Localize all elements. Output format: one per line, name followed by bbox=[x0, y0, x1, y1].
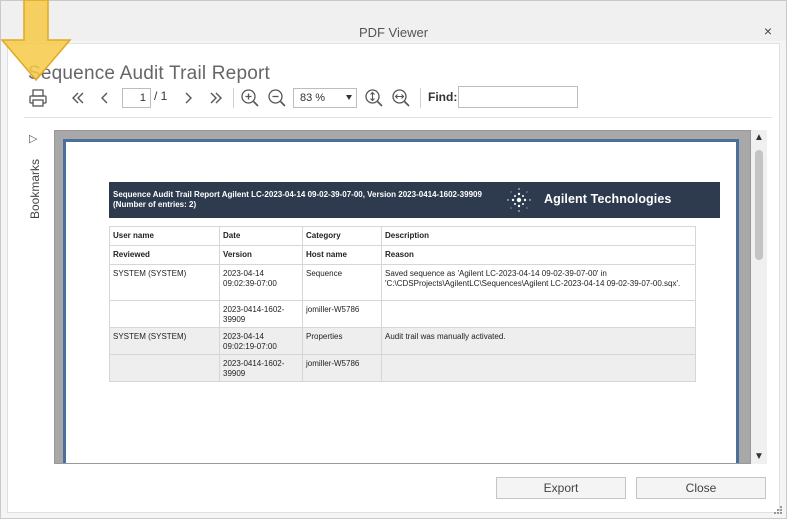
table-header-row: User name Date Category Description bbox=[109, 226, 696, 246]
report-header-text: Sequence Audit Trail Report Agilent LC-2… bbox=[113, 190, 482, 209]
bookmarks-label: Bookmarks bbox=[28, 158, 42, 220]
table-cell: jomiller-W5786 bbox=[302, 354, 382, 382]
chevron-down-icon bbox=[346, 95, 352, 100]
resize-grip-icon[interactable] bbox=[772, 504, 782, 514]
vertical-scrollbar[interactable]: ▲ ▼ bbox=[751, 130, 767, 464]
table-cell: 2023-04-14 09:02:39-07:00 bbox=[219, 264, 303, 301]
page-number-input[interactable]: 1 bbox=[122, 88, 151, 108]
table-cell: 2023-0414-1602-39909 bbox=[219, 300, 303, 328]
find-label: Find: bbox=[428, 90, 458, 104]
find-input[interactable] bbox=[458, 86, 578, 108]
audit-trail-table: User name Date Category Description Revi… bbox=[109, 226, 696, 382]
scrollbar-thumb[interactable] bbox=[755, 150, 763, 260]
table-cell: SYSTEM (SYSTEM) bbox=[109, 327, 220, 355]
next-page-icon[interactable] bbox=[179, 86, 197, 110]
brand-name: Agilent Technologies bbox=[544, 192, 672, 206]
fit-height-icon[interactable] bbox=[363, 86, 385, 110]
table-cell: SYSTEM (SYSTEM) bbox=[109, 264, 220, 301]
agilent-logo-icon bbox=[504, 185, 534, 215]
table-cell bbox=[381, 300, 696, 328]
table-header-row: Reviewed Version Host name Reason bbox=[109, 245, 696, 265]
page-total: / 1 bbox=[154, 89, 168, 103]
fit-width-icon[interactable] bbox=[390, 86, 412, 110]
header-cell: Reason bbox=[381, 245, 696, 265]
toolbar-separator bbox=[420, 88, 421, 108]
report-header-bar: Sequence Audit Trail Report Agilent LC-2… bbox=[109, 182, 720, 218]
zoom-out-icon[interactable] bbox=[266, 86, 288, 110]
close-icon[interactable]: × bbox=[760, 23, 776, 39]
header-cell: Description bbox=[381, 226, 696, 246]
table-cell: Properties bbox=[302, 327, 382, 355]
table-cell bbox=[381, 354, 696, 382]
table-cell: Audit trail was manually activated. bbox=[381, 327, 696, 355]
expand-arrow-icon: ▷ bbox=[29, 133, 38, 145]
header-cell: Version bbox=[219, 245, 303, 265]
document-page: Sequence Audit Trail Report Agilent LC-2… bbox=[63, 139, 739, 463]
viewer-content: Sequence Audit Trail Report 1 / 1 83 % F… bbox=[7, 43, 780, 513]
table-cell: 2023-0414-1602-39909 bbox=[219, 354, 303, 382]
scroll-down-icon[interactable]: ▼ bbox=[754, 451, 764, 462]
header-cell: User name bbox=[109, 226, 220, 246]
table-row: 2023-0414-1602-39909 jomiller-W5786 bbox=[109, 354, 696, 382]
scroll-up-icon[interactable]: ▲ bbox=[754, 132, 764, 143]
zoom-select[interactable]: 83 % bbox=[293, 88, 357, 108]
table-cell bbox=[109, 354, 220, 382]
table-cell: Saved sequence as 'Agilent LC-2023-04-14… bbox=[381, 264, 696, 301]
header-cell: Host name bbox=[302, 245, 382, 265]
printer-icon[interactable] bbox=[26, 86, 50, 110]
toolbar-separator bbox=[233, 88, 234, 108]
header-cell: Reviewed bbox=[109, 245, 220, 265]
pdf-viewer-window: PDF Viewer × Sequence Audit Trail Report… bbox=[0, 0, 787, 519]
zoom-value: 83 % bbox=[300, 92, 326, 104]
zoom-in-icon[interactable] bbox=[239, 86, 261, 110]
table-cell: Sequence bbox=[302, 264, 382, 301]
table-cell: 2023-04-14 09:02:19-07:00 bbox=[219, 327, 303, 355]
close-button[interactable]: Close bbox=[636, 477, 766, 499]
window-title: PDF Viewer bbox=[358, 25, 429, 40]
first-page-icon[interactable] bbox=[68, 86, 88, 110]
table-row: SYSTEM (SYSTEM) 2023-04-14 09:02:39-07:0… bbox=[109, 264, 696, 301]
table-cell bbox=[109, 300, 220, 328]
document-title: Sequence Audit Trail Report bbox=[28, 63, 270, 84]
previous-page-icon[interactable] bbox=[96, 86, 114, 110]
table-row: SYSTEM (SYSTEM) 2023-04-14 09:02:19-07:0… bbox=[109, 327, 696, 355]
toolbar: 1 / 1 83 % Find: bbox=[26, 86, 766, 110]
bookmarks-panel-toggle[interactable]: ▷ Bookmarks bbox=[26, 130, 46, 220]
table-row: 2023-0414-1602-39909 jomiller-W5786 bbox=[109, 300, 696, 328]
header-cell: Date bbox=[219, 226, 303, 246]
document-viewport[interactable]: Sequence Audit Trail Report Agilent LC-2… bbox=[54, 130, 751, 464]
export-button[interactable]: Export bbox=[496, 477, 626, 499]
toolbar-divider bbox=[24, 117, 772, 118]
title-bar: PDF Viewer × bbox=[1, 1, 786, 41]
last-page-icon[interactable] bbox=[206, 86, 226, 110]
header-cell: Category bbox=[302, 226, 382, 246]
table-cell: jomiller-W5786 bbox=[302, 300, 382, 328]
